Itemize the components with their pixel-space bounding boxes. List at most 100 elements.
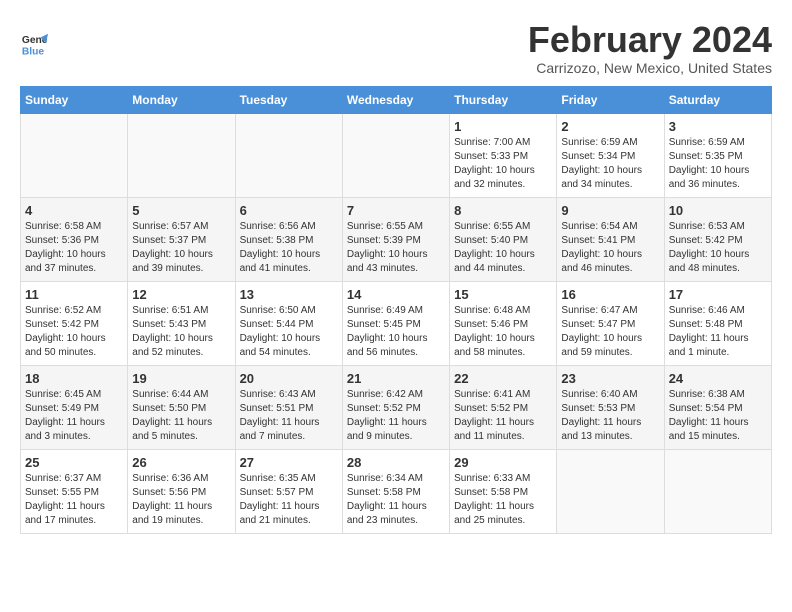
day-number: 13: [240, 287, 338, 302]
day-info: Sunrise: 6:57 AMSunset: 5:37 PMDaylight:…: [132, 220, 230, 276]
calendar-subtitle: Carrizozo, New Mexico, United States: [528, 60, 772, 76]
day-cell: 29 Sunrise: 6:33 AMSunset: 5:58 PMDayligh…: [450, 449, 557, 533]
day-number: 9: [561, 203, 659, 218]
day-number: 8: [454, 203, 552, 218]
day-cell: 12 Sunrise: 6:51 AMSunset: 5:43 PMDayligh…: [128, 281, 235, 365]
day-info: Sunrise: 6:36 AMSunset: 5:56 PMDaylight:…: [132, 472, 230, 528]
day-cell: 8 Sunrise: 6:55 AMSunset: 5:40 PMDaylight…: [450, 197, 557, 281]
day-number: 21: [347, 371, 445, 386]
day-info: Sunrise: 6:53 AMSunset: 5:42 PMDaylight:…: [669, 220, 767, 276]
day-cell: 19Sunrise: 6:44 AMSunset: 5:50 PMDayligh…: [128, 365, 235, 449]
logo-icon: General Blue: [20, 30, 48, 58]
day-number: 15: [454, 287, 552, 302]
header-row: SundayMondayTuesdayWednesdayThursdayFrid…: [21, 86, 772, 113]
header-cell-thursday: Thursday: [450, 86, 557, 113]
week-row-4: 18 Sunrise: 6:45 AMSunset: 5:49 PMDayligh…: [21, 365, 772, 449]
day-number: 25: [25, 455, 123, 470]
day-cell: 16Sunrise: 6:47 AMSunset: 5:47 PMDayligh…: [557, 281, 664, 365]
day-cell: 24 Sunrise: 6:38 AMSunset: 5:54 PMDayligh…: [664, 365, 771, 449]
day-cell: 9 Sunrise: 6:54 AMSunset: 5:41 PMDaylight…: [557, 197, 664, 281]
header-cell-wednesday: Wednesday: [342, 86, 449, 113]
day-cell: 23 Sunrise: 6:40 AMSunset: 5:53 PMDayligh…: [557, 365, 664, 449]
day-info: Sunrise: 6:33 AMSunset: 5:58 PMDaylight:…: [454, 472, 552, 528]
day-number: 3: [669, 119, 767, 134]
day-cell: 5 Sunrise: 6:57 AMSunset: 5:37 PMDaylight…: [128, 197, 235, 281]
logo: General Blue: [20, 30, 48, 58]
day-cell: 18 Sunrise: 6:45 AMSunset: 5:49 PMDayligh…: [21, 365, 128, 449]
day-info: Sunrise: 6:38 AMSunset: 5:54 PMDaylight:…: [669, 388, 767, 444]
day-info: Sunrise: 6:37 AMSunset: 5:55 PMDaylight:…: [25, 472, 123, 528]
header-cell-saturday: Saturday: [664, 86, 771, 113]
day-number: 4: [25, 203, 123, 218]
day-info: Sunrise: 6:40 AMSunset: 5:53 PMDaylight:…: [561, 388, 659, 444]
calendar-body: 1Sunrise: 7:00 AMSunset: 5:33 PMDaylight…: [21, 113, 772, 533]
calendar-header: SundayMondayTuesdayWednesdayThursdayFrid…: [21, 86, 772, 113]
day-number: 12: [132, 287, 230, 302]
day-number: 11: [25, 287, 123, 302]
day-number: 23: [561, 371, 659, 386]
day-cell: 3 Sunrise: 6:59 AMSunset: 5:35 PMDaylight…: [664, 113, 771, 197]
day-info: Sunrise: 6:45 AMSunset: 5:49 PMDaylight:…: [25, 388, 123, 444]
day-info: Sunrise: 6:44 AMSunset: 5:50 PMDaylight:…: [132, 388, 230, 444]
day-cell: [128, 113, 235, 197]
day-number: 28: [347, 455, 445, 470]
day-cell: [235, 113, 342, 197]
day-number: 18: [25, 371, 123, 386]
day-cell: [342, 113, 449, 197]
day-number: 7: [347, 203, 445, 218]
week-row-1: 1Sunrise: 7:00 AMSunset: 5:33 PMDaylight…: [21, 113, 772, 197]
day-info: Sunrise: 6:49 AMSunset: 5:45 PMDaylight:…: [347, 304, 445, 360]
day-info: Sunrise: 6:51 AMSunset: 5:43 PMDaylight:…: [132, 304, 230, 360]
day-info: Sunrise: 6:54 AMSunset: 5:41 PMDaylight:…: [561, 220, 659, 276]
day-cell: [21, 113, 128, 197]
day-number: 27: [240, 455, 338, 470]
day-number: 5: [132, 203, 230, 218]
day-info: Sunrise: 6:59 AMSunset: 5:35 PMDaylight:…: [669, 136, 767, 192]
day-cell: 22 Sunrise: 6:41 AMSunset: 5:52 PMDayligh…: [450, 365, 557, 449]
day-cell: 1Sunrise: 7:00 AMSunset: 5:33 PMDaylight…: [450, 113, 557, 197]
week-row-5: 25 Sunrise: 6:37 AMSunset: 5:55 PMDayligh…: [21, 449, 772, 533]
day-cell: 27 Sunrise: 6:35 AMSunset: 5:57 PMDayligh…: [235, 449, 342, 533]
day-number: 17: [669, 287, 767, 302]
day-cell: 2Sunrise: 6:59 AMSunset: 5:34 PMDaylight…: [557, 113, 664, 197]
day-info: Sunrise: 6:41 AMSunset: 5:52 PMDaylight:…: [454, 388, 552, 444]
day-cell: 21 Sunrise: 6:42 AMSunset: 5:52 PMDayligh…: [342, 365, 449, 449]
header-cell-sunday: Sunday: [21, 86, 128, 113]
day-number: 29: [454, 455, 552, 470]
day-cell: 11Sunrise: 6:52 AMSunset: 5:42 PMDayligh…: [21, 281, 128, 365]
day-number: 6: [240, 203, 338, 218]
day-info: Sunrise: 6:46 AMSunset: 5:48 PMDaylight:…: [669, 304, 767, 360]
week-row-2: 4 Sunrise: 6:58 AMSunset: 5:36 PMDaylight…: [21, 197, 772, 281]
day-info: Sunrise: 7:00 AMSunset: 5:33 PMDaylight:…: [454, 136, 552, 192]
day-number: 14: [347, 287, 445, 302]
day-cell: 17 Sunrise: 6:46 AMSunset: 5:48 PMDayligh…: [664, 281, 771, 365]
day-cell: 6 Sunrise: 6:56 AMSunset: 5:38 PMDaylight…: [235, 197, 342, 281]
day-info: Sunrise: 6:43 AMSunset: 5:51 PMDaylight:…: [240, 388, 338, 444]
day-number: 10: [669, 203, 767, 218]
day-cell: 15 Sunrise: 6:48 AMSunset: 5:46 PMDayligh…: [450, 281, 557, 365]
day-cell: 13Sunrise: 6:50 AMSunset: 5:44 PMDayligh…: [235, 281, 342, 365]
day-info: Sunrise: 6:55 AMSunset: 5:40 PMDaylight:…: [454, 220, 552, 276]
day-number: 24: [669, 371, 767, 386]
day-info: Sunrise: 6:34 AMSunset: 5:58 PMDaylight:…: [347, 472, 445, 528]
day-cell: 26Sunrise: 6:36 AMSunset: 5:56 PMDayligh…: [128, 449, 235, 533]
day-cell: [664, 449, 771, 533]
title-block: February 2024 Carrizozo, New Mexico, Uni…: [528, 20, 772, 76]
day-info: Sunrise: 6:56 AMSunset: 5:38 PMDaylight:…: [240, 220, 338, 276]
day-info: Sunrise: 6:35 AMSunset: 5:57 PMDaylight:…: [240, 472, 338, 528]
page-header: General Blue February 2024 Carrizozo, Ne…: [20, 20, 772, 76]
day-cell: 4 Sunrise: 6:58 AMSunset: 5:36 PMDaylight…: [21, 197, 128, 281]
day-cell: [557, 449, 664, 533]
day-number: 2: [561, 119, 659, 134]
header-cell-tuesday: Tuesday: [235, 86, 342, 113]
day-cell: 25 Sunrise: 6:37 AMSunset: 5:55 PMDayligh…: [21, 449, 128, 533]
calendar-table: SundayMondayTuesdayWednesdayThursdayFrid…: [20, 86, 772, 534]
day-number: 16: [561, 287, 659, 302]
day-info: Sunrise: 6:48 AMSunset: 5:46 PMDaylight:…: [454, 304, 552, 360]
day-cell: 20Sunrise: 6:43 AMSunset: 5:51 PMDayligh…: [235, 365, 342, 449]
week-row-3: 11Sunrise: 6:52 AMSunset: 5:42 PMDayligh…: [21, 281, 772, 365]
day-info: Sunrise: 6:58 AMSunset: 5:36 PMDaylight:…: [25, 220, 123, 276]
day-info: Sunrise: 6:42 AMSunset: 5:52 PMDaylight:…: [347, 388, 445, 444]
day-cell: 7Sunrise: 6:55 AMSunset: 5:39 PMDaylight…: [342, 197, 449, 281]
day-number: 22: [454, 371, 552, 386]
